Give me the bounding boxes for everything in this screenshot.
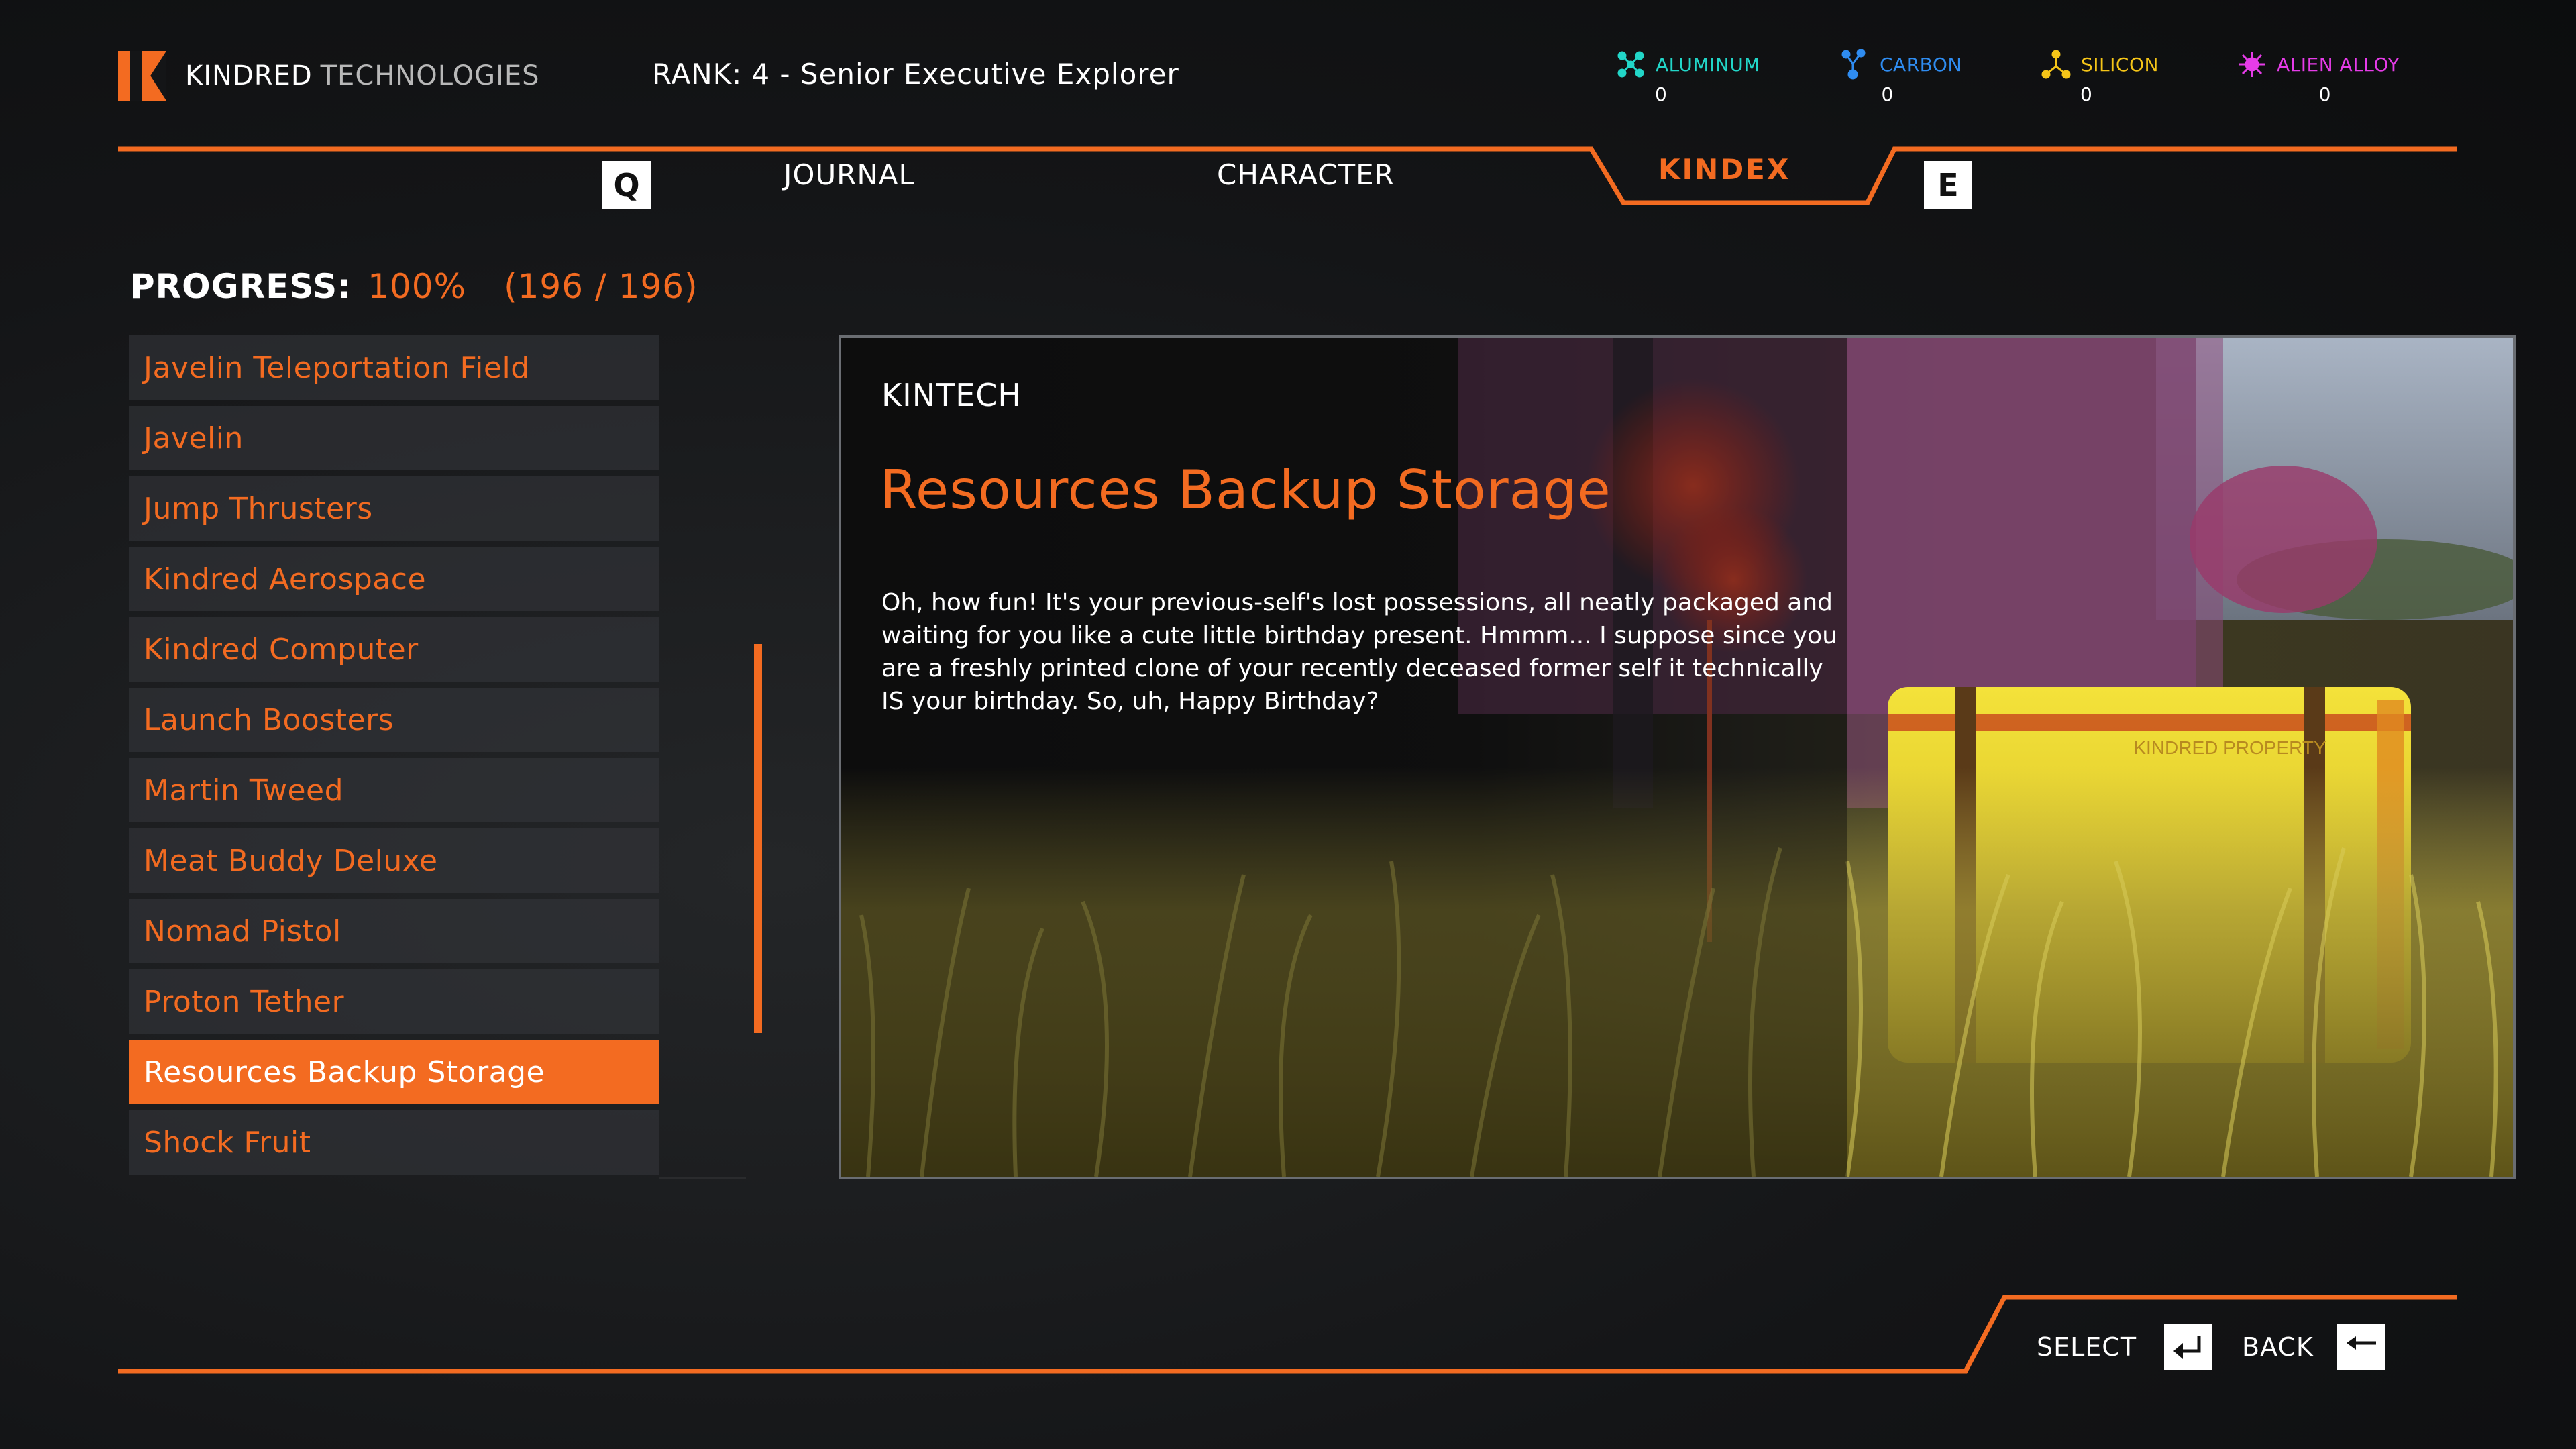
list-item[interactable]: Proton Tether [129, 969, 659, 1034]
progress-count: (196 / 196) [504, 267, 698, 306]
list-item-selected[interactable]: Resources Backup Storage [129, 1040, 659, 1104]
resource-value: 0 [2318, 83, 2331, 105]
kindex-entry-list: Javelin Teleportation Field Javelin Jump… [129, 335, 659, 1181]
resource-value: 0 [1655, 83, 1667, 105]
list-item[interactable]: Javelin Teleportation Field [129, 335, 659, 400]
progress-percent: 100% [368, 267, 467, 306]
carbon-molecule-icon [1841, 49, 1866, 80]
resource-silicon: SILICON 0 [2041, 50, 2159, 110]
tab-kindex[interactable]: KINDEX [1658, 153, 1790, 186]
list-item[interactable]: Meat Buddy Deluxe [129, 828, 659, 893]
resource-name: ALIEN ALLOY [2277, 53, 2400, 76]
progress-display: PROGRESS: 100% (196 / 196) [130, 267, 698, 306]
kindred-logo-icon [118, 51, 166, 101]
rank-label: RANK: [652, 58, 743, 91]
crate-label: KINDRED PROPERTY [2133, 737, 2326, 758]
list-item[interactable]: Kindred Computer [129, 617, 659, 682]
progress-label: PROGRESS: [130, 267, 352, 306]
next-tab-key[interactable]: E [1924, 161, 1972, 209]
resource-value: 0 [1881, 83, 1894, 105]
brand: KINDRED TECHNOLOGIES [118, 51, 540, 101]
list-item[interactable]: Kindred Aerospace [129, 547, 659, 611]
list-item[interactable]: Jump Thrusters [129, 476, 659, 541]
backspace-key-icon [2347, 1336, 2376, 1350]
brand-name: KINDRED TECHNOLOGIES [185, 60, 540, 91]
resource-name: CARBON [1880, 53, 1962, 76]
resource-name: ALUMINUM [1656, 53, 1760, 76]
enter-key-icon [2174, 1336, 2201, 1359]
list-item[interactable]: Shock Fruit [129, 1110, 659, 1175]
brand-word-1: KINDRED [185, 60, 313, 91]
list-item[interactable]: Martin Tweed [129, 758, 659, 822]
resource-aluminum: ALUMINUM 0 [1615, 50, 1760, 110]
alien-alloy-icon [2239, 52, 2265, 77]
list-item[interactable]: Launch Boosters [129, 688, 659, 752]
list-item[interactable]: Javelin [129, 406, 659, 470]
rank-value: 4 - Senior Executive Explorer [751, 58, 1179, 91]
rank-display: RANK: 4 - Senior Executive Explorer [652, 58, 1179, 91]
silicon-molecule-icon [2041, 50, 2071, 79]
detail-description: Oh, how fun! It's your previous-self's l… [881, 589, 1837, 715]
resource-value: 0 [2080, 83, 2092, 105]
back-key[interactable] [2337, 1324, 2385, 1370]
detail-category: KINTECH [881, 377, 1022, 413]
resource-carbon: CARBON 0 [1839, 49, 1962, 110]
select-hint-label: SELECT [2037, 1332, 2137, 1362]
detail-panel: KINDRED PROPERTY KINTECH Resources Backu… [839, 335, 2516, 1179]
brand-word-2: TECHNOLOGIES [320, 60, 540, 91]
select-key[interactable] [2164, 1324, 2212, 1370]
aluminum-molecule-icon [1617, 51, 1644, 78]
tab-character[interactable]: CHARACTER [1217, 158, 1395, 191]
list-divider [659, 335, 746, 1179]
resource-alien-alloy: ALIEN ALLOY 0 [2237, 50, 2400, 110]
resource-name: SILICON [2081, 53, 2159, 76]
list-scrollbar[interactable] [754, 644, 762, 1033]
back-hint-label: BACK [2242, 1332, 2314, 1362]
tab-journal[interactable]: JOURNAL [784, 158, 915, 191]
detail-title: Resources Backup Storage [880, 459, 1611, 521]
prev-tab-key[interactable]: Q [602, 161, 651, 209]
list-item[interactable]: Nomad Pistol [129, 899, 659, 963]
